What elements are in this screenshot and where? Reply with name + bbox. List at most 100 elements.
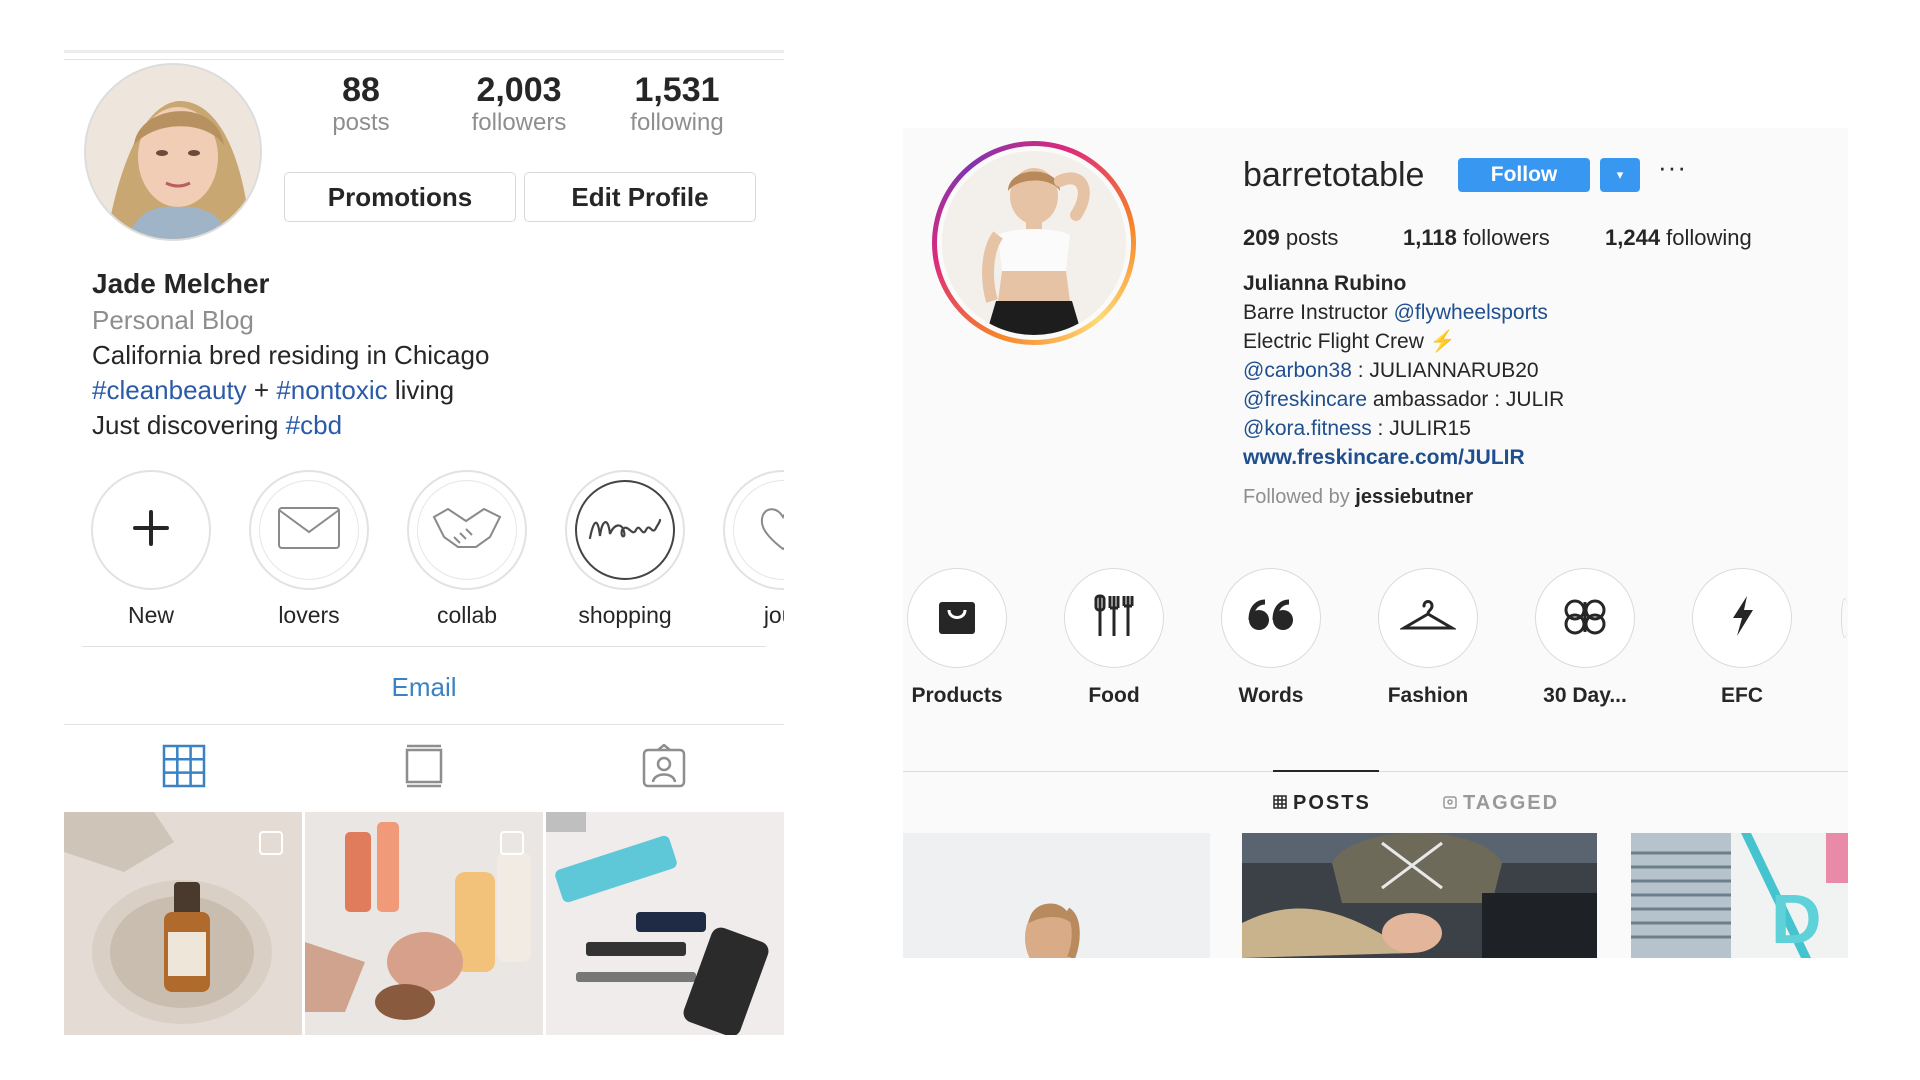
followers-stat[interactable]: 2,003 followers	[444, 70, 594, 136]
suggested-dropdown-button[interactable]: ▾	[1600, 158, 1640, 192]
highlight-ring	[91, 470, 211, 590]
bio-plus: +	[246, 375, 277, 405]
new-script-icon	[586, 508, 664, 553]
highlight-food[interactable]: Food	[1060, 568, 1168, 708]
followed-by: Followed by jessiebutner	[1243, 486, 1473, 509]
mention-freskincare[interactable]: @freskincare	[1243, 388, 1367, 411]
envelope-icon	[277, 506, 341, 555]
active-tab-indicator	[1273, 770, 1379, 772]
quote-icon	[1247, 598, 1295, 639]
followers-count: 1,118	[1403, 225, 1457, 250]
tagged-icon[interactable]	[640, 742, 688, 790]
highlight-label: Words	[1238, 684, 1304, 707]
highlight-collab[interactable]: collab	[404, 470, 530, 629]
plus-icon	[129, 506, 173, 555]
tab-tagged[interactable]: TAGGED	[1443, 792, 1559, 815]
feed-icon[interactable]	[400, 742, 448, 790]
highlight-efc[interactable]: EFC	[1688, 568, 1796, 708]
post-thumbnail[interactable]	[305, 812, 543, 1035]
highlight-label: Products	[911, 684, 1003, 707]
highlight-ring	[407, 470, 527, 590]
lightning-emoji-icon: ⚡	[1429, 330, 1456, 353]
highlight-ring	[1378, 568, 1478, 668]
hashtag-cbd[interactable]: #cbd	[286, 410, 342, 440]
following-label: following	[1660, 225, 1752, 250]
email-button[interactable]: Email	[64, 672, 784, 703]
following-stat[interactable]: 1,531 following	[602, 70, 752, 136]
bio-text: : JULIANNARUB20	[1351, 359, 1539, 382]
hashtag-cleanbeauty[interactable]: #cleanbeauty	[92, 375, 247, 405]
highlight-label: lovers	[278, 602, 340, 628]
grid-icon[interactable]	[160, 742, 208, 790]
bio-line-3: Just discovering #cbd	[92, 410, 342, 441]
story-ring[interactable]	[932, 141, 1136, 345]
ribbon-icon	[1561, 596, 1609, 641]
posts-label: posts	[332, 109, 390, 136]
tab-tagged-label: TAGGED	[1463, 792, 1560, 814]
followers-label: followers	[1456, 225, 1550, 250]
followed-by-user[interactable]: jessiebutner	[1355, 486, 1473, 508]
post-thumbnail[interactable]	[64, 812, 302, 1035]
hashtag-nontoxic[interactable]: #nontoxic	[276, 375, 387, 405]
follow-button[interactable]: Follow	[1458, 158, 1590, 192]
highlight-ring	[1221, 568, 1321, 668]
followers-stat[interactable]: 1,118 followers	[1403, 225, 1550, 251]
tabs-divider	[64, 724, 784, 725]
bio-text: Barre Instructor	[1243, 301, 1394, 324]
post-thumbnail[interactable]	[903, 833, 1210, 958]
mention-flywheelsports[interactable]: @flywheelsports	[1394, 301, 1548, 324]
highlight-ring	[723, 470, 784, 590]
website-link[interactable]: www.freskincare.com/JULIR	[1243, 446, 1525, 469]
profile-avatar	[942, 151, 1126, 335]
profile-category: Personal Blog	[92, 305, 254, 335]
mention-kora-fitness[interactable]: @kora.fitness	[1243, 417, 1372, 440]
tab-posts-label: POSTS	[1293, 792, 1371, 814]
highlight-ring	[565, 470, 685, 590]
following-label: following	[630, 109, 724, 136]
posts-stat[interactable]: 209 posts	[1243, 225, 1338, 251]
highlight-lovers[interactable]: lovers	[246, 470, 372, 629]
bio-line-1: Barre Instructor @flywheelsports	[1243, 301, 1548, 325]
highlight-products[interactable]: Products	[903, 568, 1011, 708]
tagged-icon	[1443, 792, 1457, 815]
following-stat[interactable]: 1,244 following	[1605, 225, 1752, 251]
highlight-30-day[interactable]: 30 Day...	[1531, 568, 1639, 708]
highlight-words[interactable]: Words	[1217, 568, 1325, 708]
post-thumbnail[interactable]: D	[1631, 833, 1848, 958]
right-profile-panel: barretotable Follow ▾ ··· 209 posts 1,11…	[903, 128, 1848, 958]
grid-icon	[1273, 792, 1287, 815]
followers-count: 2,003	[476, 71, 562, 109]
tab-posts[interactable]: POSTS	[1273, 792, 1371, 815]
highlight-new[interactable]: New	[88, 470, 214, 629]
highlight-ring	[907, 568, 1007, 668]
sign-letters: D	[1771, 880, 1822, 958]
post-thumbnail[interactable]	[546, 812, 784, 1035]
bio-line-2: Electric Flight Crew ⚡	[1243, 330, 1456, 354]
left-profile-panel: 88 posts 2,003 followers 1,531 following…	[64, 50, 784, 1035]
email-divider-top	[82, 646, 766, 647]
bio-line-3: @carbon38 : JULIANNARUB20	[1243, 359, 1539, 383]
chevron-down-icon: ▾	[1616, 167, 1624, 182]
post-thumbnail[interactable]	[1242, 833, 1597, 958]
followed-by-text: Followed by	[1243, 486, 1356, 508]
bio-line-2: #cleanbeauty + #nontoxic living	[92, 375, 454, 406]
lightning-icon	[1727, 594, 1757, 643]
bio-discovering: Just discovering	[92, 410, 286, 440]
bio-living: living	[387, 375, 455, 405]
posts-stat[interactable]: 88 posts	[286, 70, 436, 136]
highlight-fashion[interactable]: Fashion	[1374, 568, 1482, 708]
promotions-button[interactable]: Promotions	[284, 172, 516, 222]
mention-carbon38[interactable]: @carbon38	[1243, 359, 1352, 382]
posts-label: posts	[1279, 225, 1339, 250]
highlight-shopping[interactable]: shopping	[562, 470, 688, 629]
more-options-button[interactable]: ···	[1658, 152, 1687, 183]
profile-name: Jade Melcher	[92, 268, 270, 299]
shopping-bag-icon	[935, 594, 979, 643]
profile-avatar[interactable]	[84, 63, 262, 241]
edit-profile-button[interactable]: Edit Profile	[524, 172, 756, 222]
highlight-label: New	[127, 602, 174, 628]
posts-count: 209	[1243, 225, 1280, 250]
highlight-jour[interactable]: jour	[720, 470, 784, 629]
posts-count: 88	[342, 71, 380, 109]
bio-line-5: @kora.fitness : JULIR15	[1243, 417, 1471, 441]
